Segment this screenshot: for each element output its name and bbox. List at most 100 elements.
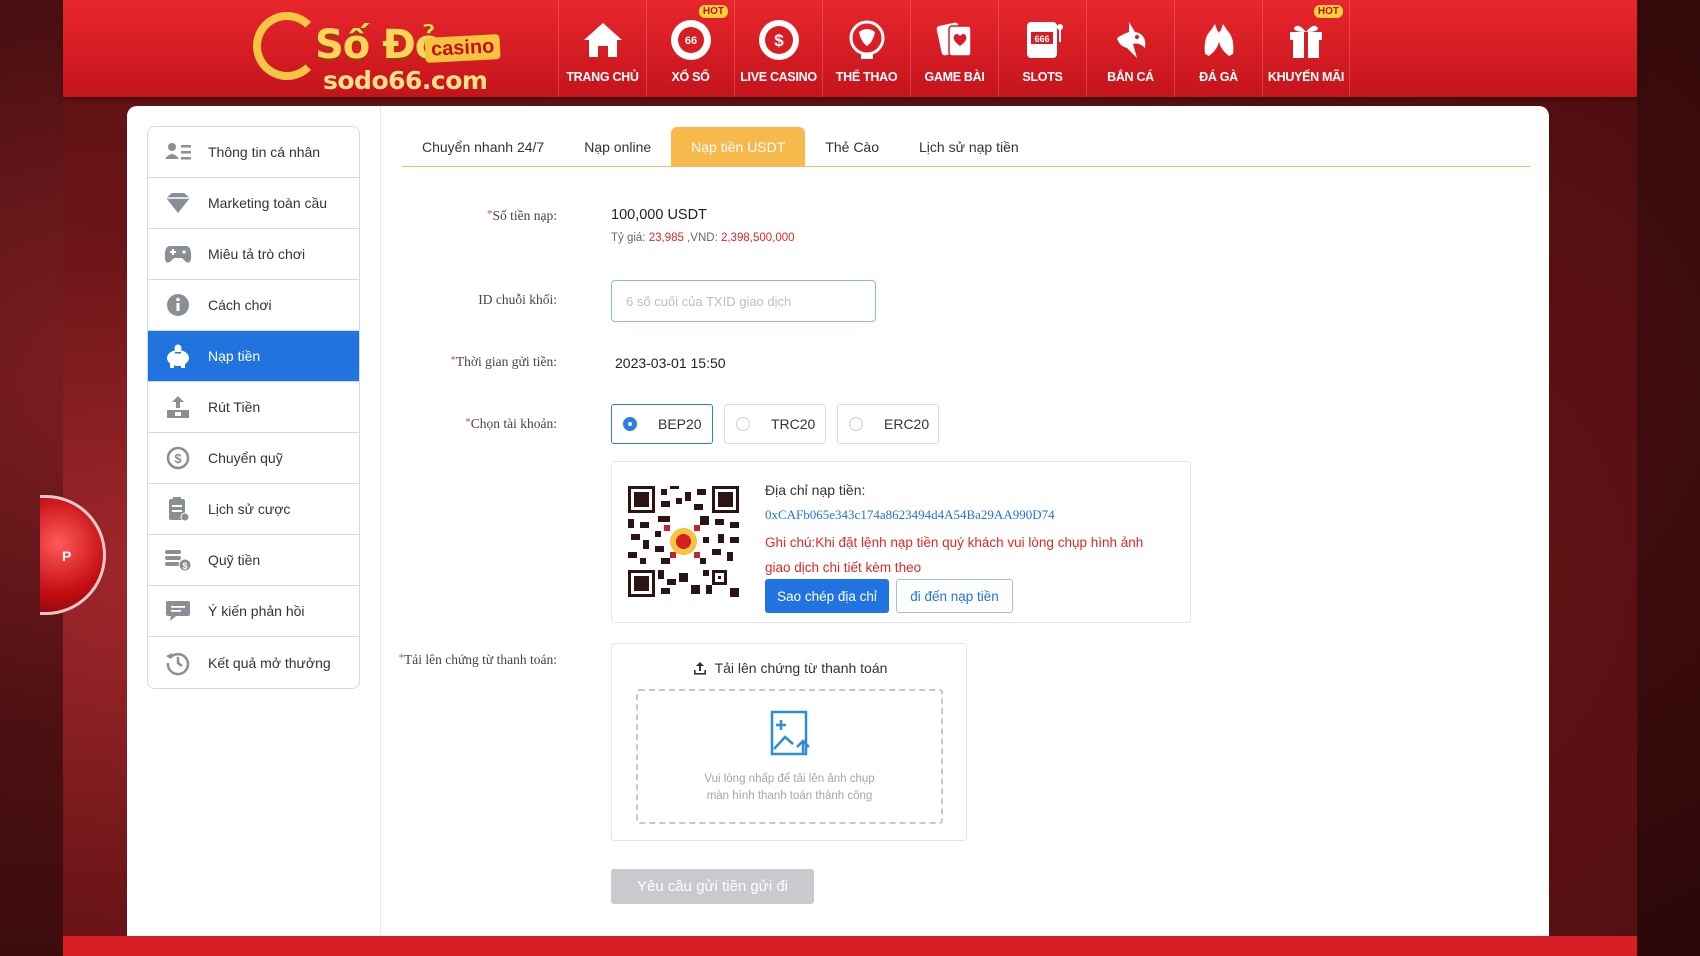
nav-item-home[interactable]: TRANG CHỦ — [558, 0, 646, 97]
clipboard-icon — [148, 496, 208, 522]
sidebar-item-label: Nạp tiền — [208, 348, 261, 364]
account-panel: Thông tin cá nhân Marketing toàn cầu Miê… — [127, 106, 1549, 936]
nav-item-card-games[interactable]: GAME BÀI — [910, 0, 998, 97]
svg-text:$: $ — [182, 561, 187, 571]
nav-label: LIVE CASINO — [740, 70, 817, 84]
lottery-icon-text: 66 — [684, 35, 696, 47]
radio-button — [736, 417, 750, 431]
lottery-icon: 66 — [669, 18, 713, 62]
deposit-time-value[interactable]: 2023-03-01 15:50 — [615, 355, 726, 371]
time-label: *Thời gian gửi tiền: — [450, 354, 557, 369]
network-option-trc20[interactable]: TRC20 — [724, 404, 826, 444]
txid-label: ID chuỗi khối: — [478, 292, 557, 307]
copy-address-button[interactable]: Sao chép địa chỉ — [765, 579, 889, 613]
logo-swirl-icon — [253, 12, 321, 80]
go-to-deposit-button[interactable]: đi đến nạp tiền — [896, 579, 1013, 613]
nav-item-cockfight[interactable]: ĐÁ GÀ — [1174, 0, 1262, 97]
upload-label: *Tải lên chứng từ thanh toán: — [398, 652, 557, 667]
nav-item-live-casino[interactable]: $ LIVE CASINO — [734, 0, 822, 97]
nav-label: TRANG CHỦ — [566, 70, 639, 84]
svg-text:$: $ — [774, 31, 784, 50]
shark-icon — [1109, 18, 1153, 62]
upload-hint: Vui lòng nhấp để tải lên ảnh chụp màn hì… — [704, 773, 875, 802]
account-label: *Chọn tài khoản: — [465, 416, 557, 431]
nav-item-slots[interactable]: 666 SLOTS — [998, 0, 1086, 97]
coins-icon: $ — [148, 548, 208, 572]
upload-box: Tải lên chứng từ thanh toán Vui lòng nhấ… — [611, 643, 967, 841]
sidebar-item-funds[interactable]: $ Quỹ tiền — [148, 535, 359, 586]
sidebar-item-label: Ý kiến phản hồi — [208, 603, 305, 619]
tab-online-deposit[interactable]: Nạp online — [564, 127, 671, 166]
deposit-address-box: Địa chỉ nạp tiền: 0xCAFb065e343c174a8623… — [611, 461, 1191, 623]
sidebar-item-transfer[interactable]: $ Chuyển quỹ — [148, 433, 359, 484]
nav-item-sports[interactable]: THỂ THAO — [822, 0, 910, 97]
nav-label: XỔ SỐ — [671, 70, 710, 84]
logo-domain: sodo66.com — [323, 66, 488, 95]
sidebar-item-label: Quỹ tiền — [208, 552, 261, 568]
casino-chip-icon: $ — [757, 18, 801, 62]
txid-input[interactable] — [611, 280, 876, 322]
sidebar-item-personal-info[interactable]: Thông tin cá nhân — [148, 127, 359, 178]
radio-button — [849, 417, 863, 431]
qr-code — [628, 486, 739, 597]
site-header: Số Đỏ casino sodo66.com TRANG CHỦ HOT 66… — [63, 0, 1637, 97]
dollar-circle-icon: $ — [148, 446, 208, 470]
sidebar-item-label: Miêu tả trò chơi — [208, 246, 306, 262]
deposit-address: 0xCAFb065e343c174a8623494d4A54Ba29AA990D… — [765, 507, 1055, 522]
nav-label: SLOTS — [1022, 70, 1063, 84]
nav-item-promotions[interactable]: HOT KHUYẾN MÃI — [1262, 0, 1350, 97]
nav-item-fishing[interactable]: BẮN CÁ — [1086, 0, 1174, 97]
amount-value: 100,000 USDT — [611, 207, 707, 223]
gamepad-icon — [148, 243, 208, 265]
upload-header[interactable]: Tải lên chứng từ thanh toán — [612, 660, 968, 676]
network-option-bep20[interactable]: BEP20 — [611, 404, 713, 444]
trophy-icon — [845, 18, 889, 62]
playing-cards-icon — [933, 18, 977, 62]
sidebar-item-label: Chuyển quỹ — [208, 450, 283, 466]
network-option-erc20[interactable]: ERC20 — [837, 404, 939, 444]
floating-promo-label: P — [62, 548, 72, 564]
tab-quick-transfer[interactable]: Chuyển nhanh 24/7 — [402, 127, 564, 166]
svg-text:$: $ — [174, 451, 182, 466]
tab-scratch-card[interactable]: Thẻ Cào — [805, 127, 899, 166]
logo-casino-badge: casino — [424, 34, 501, 63]
rate-value: 23,985 — [648, 232, 684, 244]
nav-label: GAME BÀI — [924, 70, 985, 84]
sidebar-item-label: Rút Tiền — [208, 399, 261, 415]
history-icon — [148, 650, 208, 676]
slot-machine-icon: 666 — [1021, 18, 1065, 62]
nav-label: THỂ THAO — [835, 70, 898, 84]
hot-badge: HOT — [1313, 5, 1343, 18]
sidebar-item-label: Lịch sử cược — [208, 501, 291, 517]
gift-icon — [1284, 18, 1328, 62]
logo-title: Số Đỏ — [315, 22, 442, 68]
nav-label: ĐÁ GÀ — [1199, 70, 1238, 84]
deposit-tabs: Chuyển nhanh 24/7 Nạp online Nạp tiền US… — [402, 127, 1530, 167]
footer-bar — [63, 936, 1637, 956]
submit-deposit-button[interactable]: Yêu cầu gửi tiền gửi đi — [611, 869, 814, 904]
amount-label: *Số tiền nạp: — [487, 208, 557, 223]
piggy-bank-icon — [148, 344, 208, 368]
exchange-rate: Tỷ giá: 23,985 ,VND: 2,398,500,000 — [611, 232, 795, 244]
hot-badge: HOT — [698, 5, 728, 18]
nav-item-lottery[interactable]: HOT 66 XỔ SỐ — [646, 0, 734, 97]
home-icon — [581, 18, 625, 62]
info-icon — [148, 293, 208, 317]
sidebar-column: Thông tin cá nhân Marketing toàn cầu Miê… — [127, 106, 381, 936]
sidebar-item-feedback[interactable]: Ý kiến phản hồi — [148, 586, 359, 637]
withdraw-icon — [148, 395, 208, 419]
user-list-icon — [148, 141, 208, 163]
sidebar-item-bet-history[interactable]: Lịch sử cược — [148, 484, 359, 535]
nav-label: BẮN CÁ — [1107, 70, 1154, 84]
sidebar-item-label: Thông tin cá nhân — [208, 144, 321, 160]
image-upload-icon — [769, 709, 813, 764]
sidebar-item-game-description[interactable]: Miêu tả trò chơi — [148, 229, 359, 280]
upload-title: Tải lên chứng từ thanh toán — [714, 660, 888, 676]
site-logo[interactable]: Số Đỏ casino sodo66.com — [253, 8, 528, 95]
upload-dropzone[interactable]: Vui lòng nhấp để tải lên ảnh chụp màn hì… — [636, 689, 943, 824]
tab-deposit-history[interactable]: Lịch sử nạp tiền — [899, 127, 1039, 166]
slot-icon-text: 666 — [1034, 34, 1049, 44]
rooster-icon — [1197, 18, 1241, 62]
tab-usdt-deposit[interactable]: Nạp tiền USDT — [671, 127, 806, 166]
deposit-note: Ghi chú:Khi đặt lệnh nạp tiền quý khách … — [765, 535, 1144, 575]
